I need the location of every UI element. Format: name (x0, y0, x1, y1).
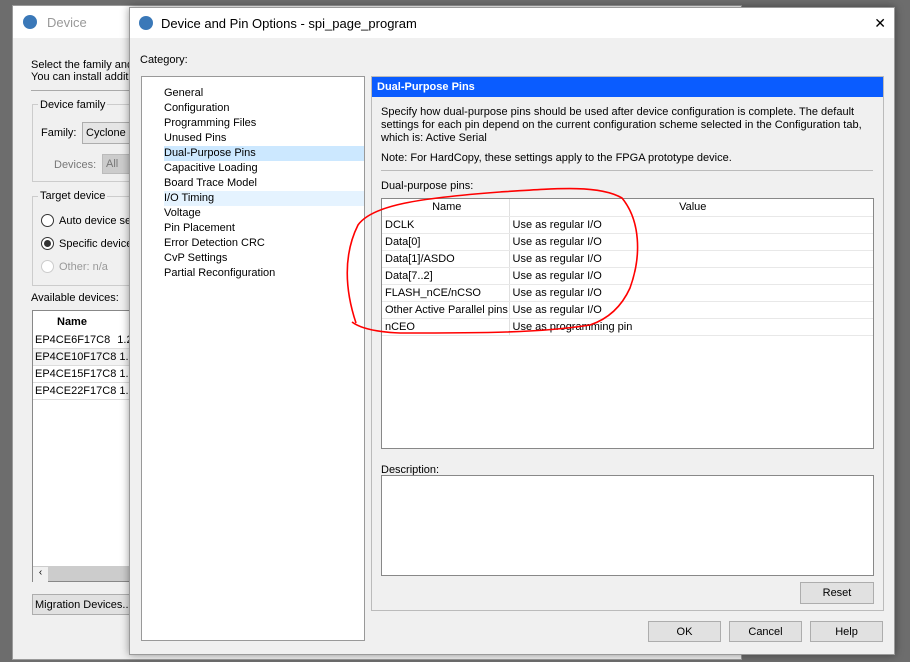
red-annotation-circle (346, 187, 639, 334)
